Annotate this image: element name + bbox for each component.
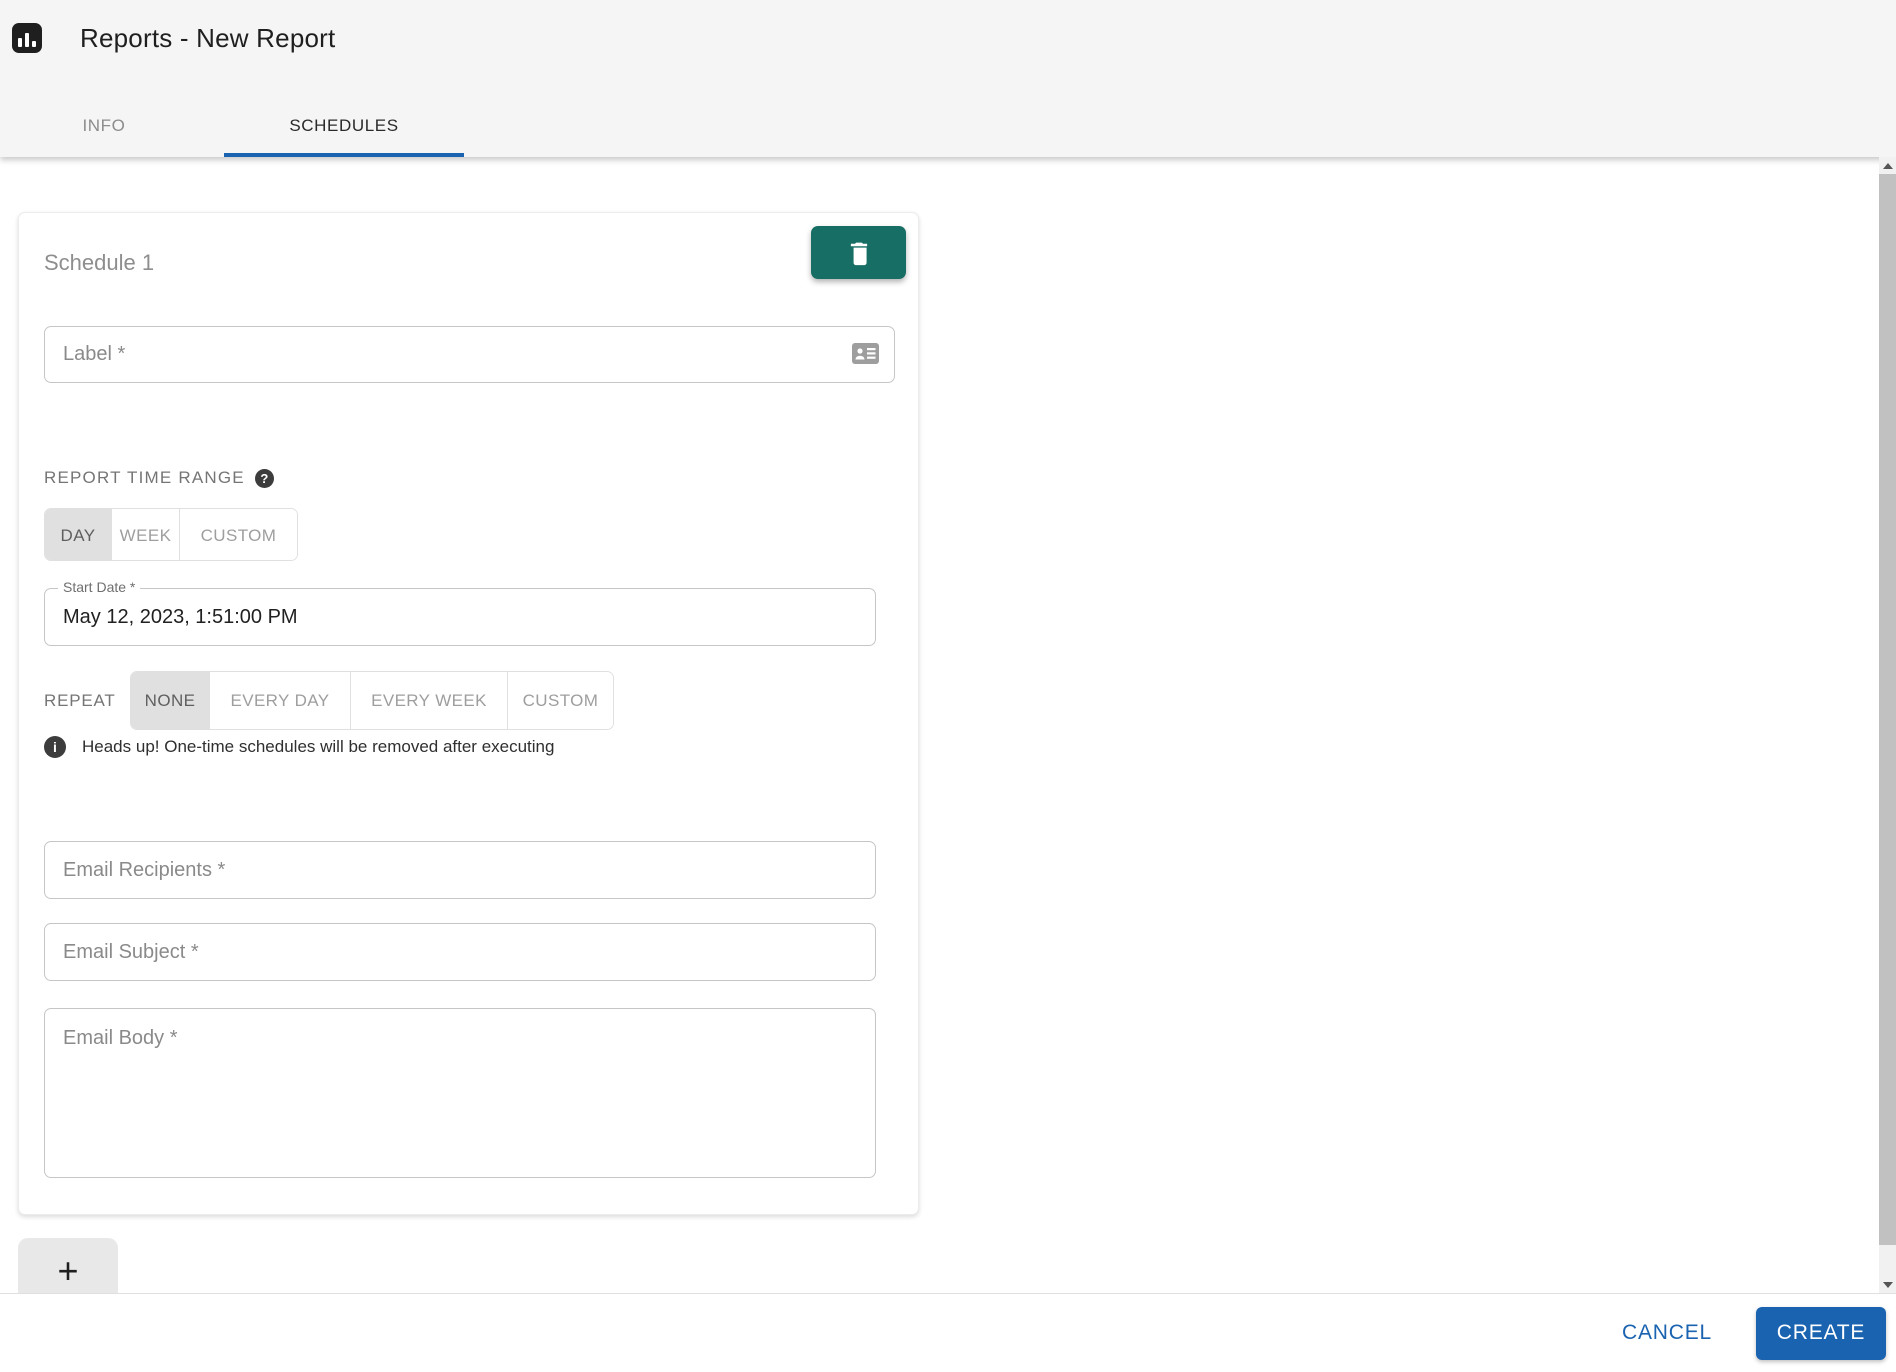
scroll-up-arrow-icon[interactable] bbox=[1879, 157, 1896, 174]
footer-action-bar: CANCEL CREATE bbox=[0, 1294, 1896, 1372]
tab-info[interactable]: INFO bbox=[24, 95, 184, 157]
email-recipients-input[interactable] bbox=[44, 841, 876, 899]
tab-schedules[interactable]: SCHEDULES bbox=[224, 95, 464, 157]
contact-card-icon bbox=[852, 343, 879, 364]
add-schedule-button[interactable]: + bbox=[18, 1238, 118, 1293]
label-input[interactable] bbox=[44, 326, 895, 383]
repeat-toggle-group: NONE EVERY DAY EVERY WEEK CUSTOM bbox=[130, 671, 614, 730]
repeat-option-every-day[interactable]: EVERY DAY bbox=[210, 672, 351, 729]
create-button[interactable]: CREATE bbox=[1756, 1306, 1886, 1360]
email-body-textarea[interactable] bbox=[44, 1008, 876, 1178]
header: Reports - New Report INFO SCHEDULES bbox=[0, 0, 1896, 157]
start-date-input[interactable] bbox=[44, 588, 876, 646]
repeat-label: REPEAT bbox=[44, 690, 116, 710]
repeat-option-every-week[interactable]: EVERY WEEK bbox=[351, 672, 508, 729]
start-date-field-wrap: Start Date * bbox=[44, 579, 876, 646]
vertical-scrollbar[interactable] bbox=[1879, 157, 1896, 1293]
scroll-down-arrow-icon[interactable] bbox=[1879, 1276, 1896, 1293]
schedule-card: Schedule 1 REPORT TIME RANGE bbox=[18, 212, 919, 1215]
one-time-notice-text: Heads up! One-time schedules will be rem… bbox=[82, 737, 555, 756]
one-time-notice-row: i Heads up! One-time schedules will be r… bbox=[44, 736, 554, 758]
repeat-option-none[interactable]: NONE bbox=[131, 672, 210, 729]
page-title: Reports - New Report bbox=[80, 23, 336, 53]
time-range-option-week[interactable]: WEEK bbox=[112, 509, 180, 560]
help-icon[interactable]: ? bbox=[254, 468, 274, 488]
schedule-title: Schedule 1 bbox=[44, 250, 155, 275]
trash-icon bbox=[850, 242, 867, 265]
delete-schedule-button[interactable] bbox=[811, 226, 906, 279]
email-subject-input[interactable] bbox=[44, 923, 876, 981]
report-time-range-row: REPORT TIME RANGE ? bbox=[44, 468, 274, 488]
label-field-wrap bbox=[44, 326, 895, 383]
start-date-label: Start Date * bbox=[58, 579, 141, 595]
report-time-range-label: REPORT TIME RANGE bbox=[44, 468, 245, 487]
time-range-option-custom[interactable]: CUSTOM bbox=[180, 509, 297, 560]
time-range-toggle-group: DAY WEEK CUSTOM bbox=[44, 508, 298, 561]
bar-chart-icon bbox=[12, 23, 42, 53]
cancel-button[interactable]: CANCEL bbox=[1612, 1313, 1722, 1353]
plus-icon: + bbox=[57, 1250, 79, 1291]
active-tab-underline bbox=[224, 153, 464, 157]
reports-new-report-dialog: Reports - New Report INFO SCHEDULES Sche… bbox=[0, 0, 1896, 1372]
tab-bar: INFO SCHEDULES bbox=[0, 95, 1896, 157]
info-icon: i bbox=[44, 736, 66, 758]
repeat-row: REPEAT NONE EVERY DAY EVERY WEEK CUSTOM bbox=[44, 671, 614, 730]
scrollbar-thumb[interactable] bbox=[1879, 174, 1896, 1245]
time-range-option-day[interactable]: DAY bbox=[45, 509, 112, 560]
schedules-panel: Schedule 1 REPORT TIME RANGE bbox=[0, 157, 1896, 1293]
title-row: Reports - New Report bbox=[0, 0, 1896, 76]
repeat-option-custom[interactable]: CUSTOM bbox=[508, 672, 613, 729]
